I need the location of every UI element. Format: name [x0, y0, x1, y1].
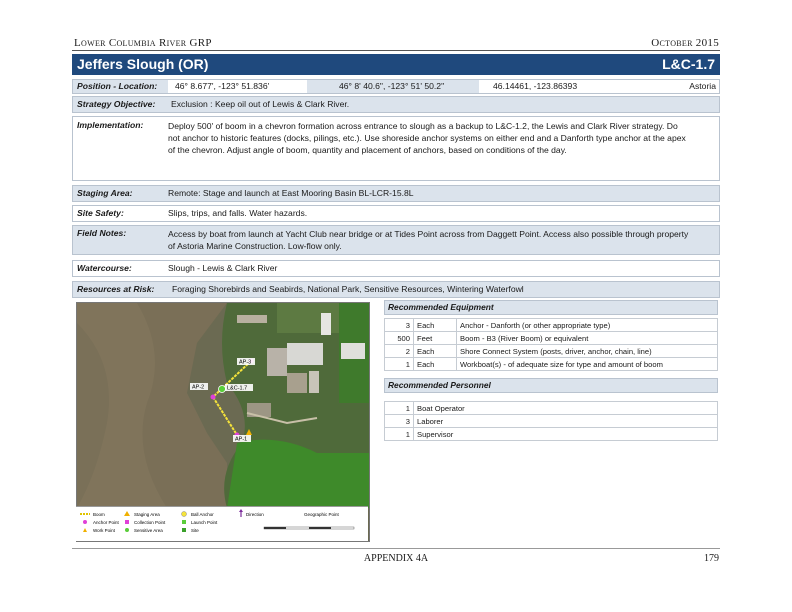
safety-label: Site Safety:	[77, 208, 124, 218]
equipment-title: Recommended Equipment	[384, 300, 718, 315]
table-row: 1 Each Workboat(s) - of adequate size fo…	[384, 357, 718, 371]
legend-symbols: Boom Anchor Point Work Point Staging Are…	[80, 509, 355, 533]
personnel-table: 1 Boat Operator 3 Laborer 1 Supervisor	[384, 401, 718, 441]
map-label-site: L&C-1.7	[227, 386, 247, 392]
position-location: Astoria	[689, 81, 716, 91]
strategy-row: Strategy Objective: Exclusion : Keep oil…	[72, 96, 720, 113]
equipment-panel: Recommended Equipment 3 Each Anchor - Da…	[384, 300, 718, 371]
map-legend: Boom Anchor Point Work Point Staging Are…	[76, 506, 368, 541]
svg-text:Launch Point: Launch Point	[191, 520, 218, 525]
footer-appendix: APPENDIX 4A	[363, 553, 429, 564]
footer-rule	[72, 548, 720, 549]
svg-text:Sensitive Area: Sensitive Area	[134, 528, 163, 533]
map-label-ap2: AP-2	[192, 385, 204, 391]
implementation-label: Implementation:	[77, 120, 144, 130]
staging-value: Remote: Stage and launch at East Mooring…	[168, 188, 414, 198]
svg-text:Geographic Point: Geographic Point	[304, 512, 340, 517]
building	[287, 343, 323, 365]
svg-text:Direction: Direction	[246, 512, 264, 517]
svg-text:Boom: Boom	[93, 512, 105, 517]
header-right: October 2015	[651, 37, 719, 49]
title-bar: Jeffers Slough (OR) L&C-1.7	[72, 54, 720, 75]
position-row: Position - Location: 46° 8.677', -123° 5…	[72, 79, 720, 94]
page-number: 179	[704, 553, 719, 564]
watercourse-label: Watercourse:	[77, 263, 132, 273]
equipment-table: 3 Each Anchor - Danforth (or other appro…	[384, 318, 718, 371]
svg-text:Collection Point: Collection Point	[134, 520, 166, 525]
table-row: 1 Boat Operator	[384, 401, 718, 415]
personnel-title: Recommended Personnel	[384, 378, 718, 393]
table-row: 3 Laborer	[384, 414, 718, 428]
watercourse-row: Watercourse: Slough - Lewis & Clark Rive…	[72, 260, 720, 277]
resources-label: Resources at Risk:	[77, 284, 155, 294]
field-notes-text: Access by boat from launch at Yacht Club…	[168, 229, 689, 251]
resources-value: Foraging Shorebirds and Seabirds, Nation…	[172, 284, 524, 294]
implementation-text: Deploy 500' of boom in a chevron formati…	[168, 121, 686, 155]
site-code: L&C-1.7	[662, 56, 715, 72]
position-dms2: 46° 8' 40.6", -123° 51' 50.2"	[339, 81, 445, 91]
table-row: 3 Each Anchor - Danforth (or other appro…	[384, 318, 718, 332]
staging-row: Staging Area: Remote: Stage and launch a…	[72, 185, 720, 202]
field-notes-label: Field Notes:	[77, 228, 127, 238]
personnel-panel: Recommended Personnel 1 Boat Operator 3 …	[384, 378, 718, 441]
map-label-ap1: AP-1	[235, 437, 247, 443]
table-row: 1 Supervisor	[384, 427, 718, 441]
implementation-row: Implementation: Deploy 500' of boom in a…	[72, 116, 720, 181]
strategy-label: Strategy Objective:	[77, 99, 156, 109]
svg-text:Staging Area: Staging Area	[134, 512, 160, 517]
field-notes-row: Field Notes: Access by boat from launch …	[72, 225, 720, 255]
resources-row: Resources at Risk: Foraging Shorebirds a…	[72, 281, 720, 298]
watercourse-value: Slough - Lewis & Clark River	[168, 263, 278, 273]
table-row: 2 Each Shore Connect System (posts, driv…	[384, 344, 718, 358]
svg-text:Anchor Point: Anchor Point	[93, 520, 120, 525]
strategy-value: Exclusion : Keep oil out of Lewis & Clar…	[171, 99, 350, 109]
table-row: 500 Feet Boom - B3 (River Boom) or equiv…	[384, 331, 718, 345]
position-decimal: 46.14461, -123.86393	[493, 81, 578, 91]
safety-row: Site Safety: Slips, trips, and falls. Wa…	[72, 205, 720, 222]
position-dms1: 46° 8.677', -123° 51.836'	[175, 81, 270, 91]
svg-text:Work Point: Work Point	[93, 528, 116, 533]
position-label: Position - Location:	[77, 81, 158, 91]
site-name: Jeffers Slough (OR)	[77, 56, 209, 72]
safety-value: Slips, trips, and falls. Water hazards.	[168, 208, 308, 218]
svg-text:Ball Anchor: Ball Anchor	[191, 512, 214, 517]
map-label-ap3: AP-3	[239, 360, 251, 366]
header-rule	[72, 50, 720, 51]
staging-label: Staging Area:	[77, 188, 133, 198]
svg-text:Site: Site	[191, 528, 199, 533]
header-left: Lower Columbia River GRP	[74, 37, 212, 49]
